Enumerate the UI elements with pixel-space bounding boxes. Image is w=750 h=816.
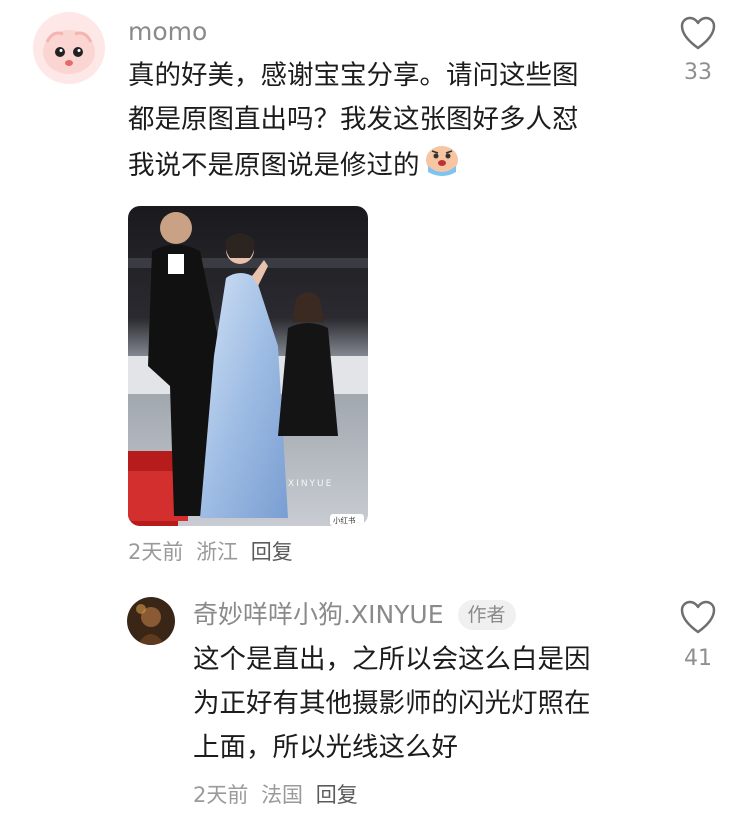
reply-header: 奇妙咩咩小狗.XINYUE 作者 [193,600,516,630]
comment-meta: 2天前 浙江 回复 [128,539,293,565]
replier-avatar[interactable] [127,597,175,645]
reply-like-button[interactable] [678,598,718,638]
photo-badge: 小红书 [333,515,356,525]
reply-meta: 2天前 法国 回复 [193,782,358,808]
reply-line: 上面，所以光线这么好 [193,732,458,763]
comment-photo[interactable]: XINYUE 小红书 [128,206,368,526]
comment-body: 真的好美，感谢宝宝分享。请问这些图 都是原图直出吗？我发这张图好多人怼 我说不是… [128,54,579,190]
photo-watermark: XINYUE [288,479,333,489]
reply-location: 法国 [261,783,304,807]
like-count: 33 [684,60,712,85]
reply-reply-button[interactable]: 回复 [316,783,358,807]
heart-outline-icon [680,600,716,634]
replier-username[interactable]: 奇妙咩咩小狗.XINYUE [193,600,444,630]
comment-line: 真的好美，感谢宝宝分享。请问这些图 [128,60,579,91]
reply-body: 这个是直出，之所以会这么白是因 为正好有其他摄影师的闪光灯照在 上面，所以光线这… [193,638,591,770]
heart-outline-icon [680,16,716,50]
like-button[interactable] [678,14,718,54]
reply-line: 这个是直出，之所以会这么白是因 [193,644,591,675]
author-badge: 作者 [457,600,516,630]
reply-time: 2天前 [193,783,249,807]
comment-line: 都是原图直出吗？我发这张图好多人怼 [128,104,579,135]
crying-face-emoji-icon [424,142,460,190]
commenter-username[interactable]: momo [128,17,207,47]
reply-like-count: 41 [684,646,712,671]
comment-line: 我说不是原图说是修过的 [128,142,579,190]
reply-line: 为正好有其他摄影师的闪光灯照在 [193,688,591,719]
comment-time: 2天前 [128,540,184,564]
reply-button[interactable]: 回复 [251,540,293,564]
commenter-avatar[interactable] [33,12,105,84]
comment-line-text: 我说不是原图说是修过的 [128,150,420,181]
comment-location: 浙江 [196,540,239,564]
